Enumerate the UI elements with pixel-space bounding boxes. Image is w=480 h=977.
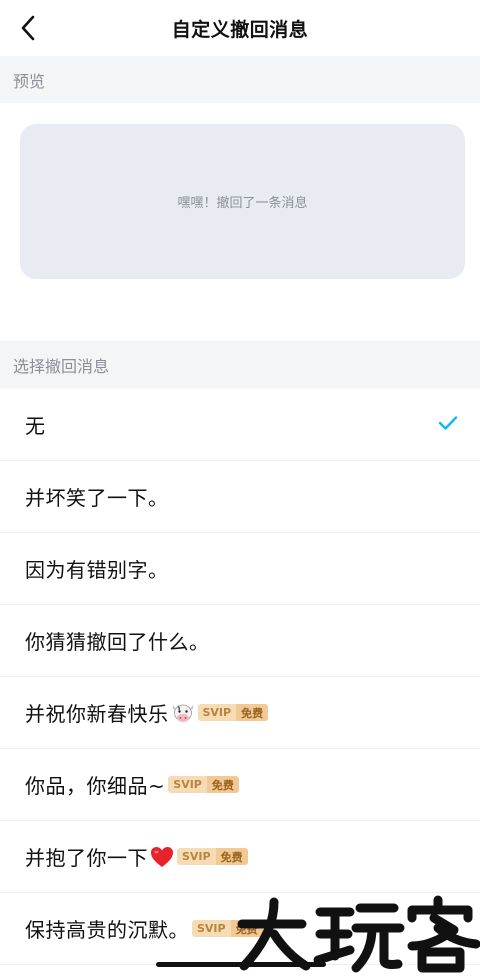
red-heart-icon xyxy=(150,846,174,868)
back-button[interactable] xyxy=(14,14,42,42)
section-header-preview: 预览 xyxy=(0,56,480,103)
svip-badge: SVIP 免费 xyxy=(168,776,239,793)
option-label: 并坏笑了一下。 xyxy=(25,486,169,510)
nav-bar: 自定义撤回消息 xyxy=(0,0,480,56)
checkmark-icon xyxy=(438,416,458,430)
option-list: 无 并坏笑了一下。 因为有错别字。 你猜猜撤回了什么。 并祝你新春快乐 SVIP… xyxy=(0,389,480,965)
preview-area: 嘿嘿！撤回了一条消息 xyxy=(0,103,480,341)
page-title: 自定义撤回消息 xyxy=(171,18,309,41)
option-item[interactable]: 并抱了你一下 SVIP 免费 xyxy=(0,821,480,893)
option-label: 你品，你细品~ xyxy=(25,774,166,798)
option-label: 无 xyxy=(25,414,46,438)
option-item[interactable]: 无 xyxy=(0,389,480,461)
chevron-left-icon xyxy=(21,15,35,41)
option-item[interactable]: 你猜猜撤回了什么。 xyxy=(0,605,480,677)
preview-bubble: 嘿嘿！撤回了一条消息 xyxy=(20,124,465,279)
option-item[interactable]: 因为有错别字。 xyxy=(0,533,480,605)
option-label: 保持高贵的沉默。 xyxy=(25,918,189,942)
home-indicator xyxy=(156,962,326,967)
preview-text: 嘿嘿！撤回了一条消息 xyxy=(177,196,308,211)
option-item[interactable]: 并坏笑了一下。 xyxy=(0,461,480,533)
cow-face-icon xyxy=(171,702,195,724)
option-item[interactable]: 你品，你细品~ SVIP 免费 xyxy=(0,749,480,821)
option-label: 因为有错别字。 xyxy=(25,558,169,582)
section-header-select: 选择撤回消息 xyxy=(0,341,480,389)
option-item[interactable]: 并祝你新春快乐 SVIP 免费 xyxy=(0,677,480,749)
option-label: 你猜猜撤回了什么。 xyxy=(25,630,210,654)
option-label: 并抱了你一下 xyxy=(25,846,148,870)
svip-badge: SVIP 免费 xyxy=(177,848,248,865)
option-label: 并祝你新春快乐 xyxy=(25,702,169,726)
svip-badge: SVIP 免费 xyxy=(197,704,269,721)
